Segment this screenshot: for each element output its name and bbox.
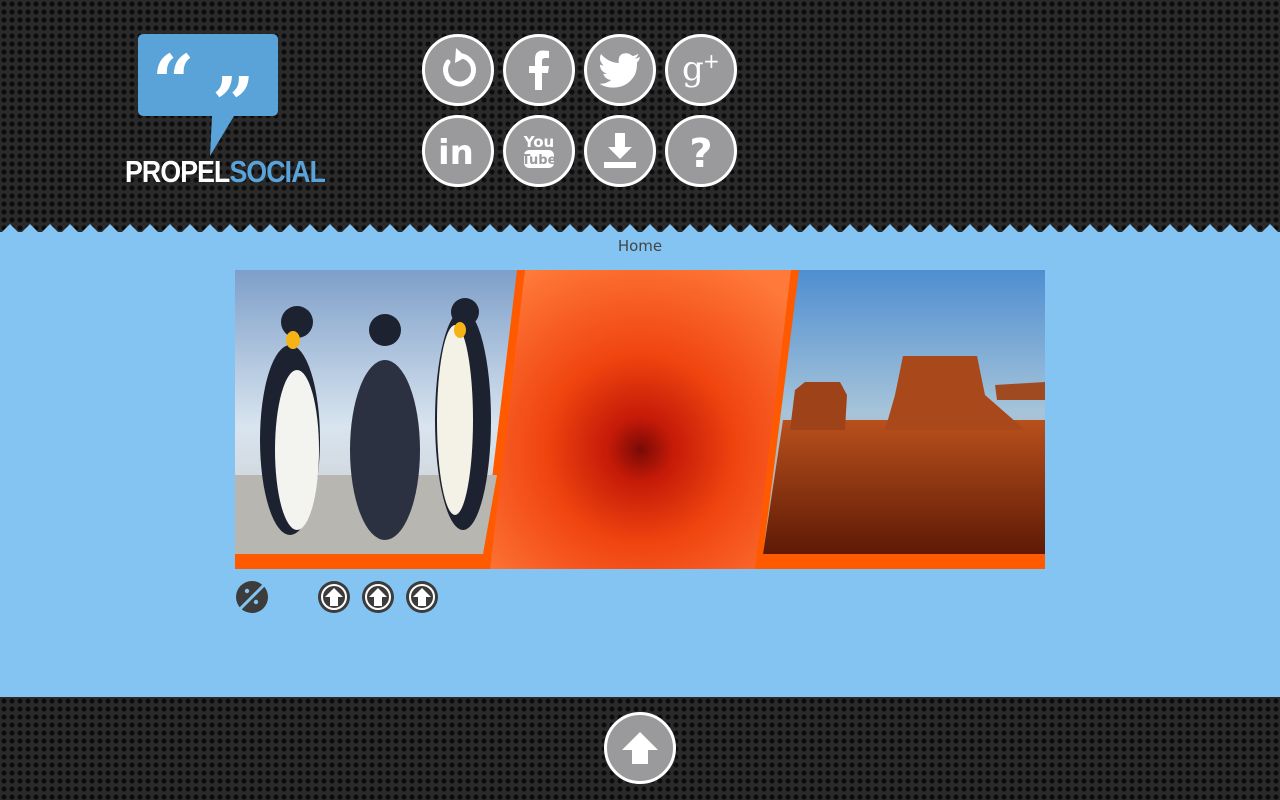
back-to-top-button[interactable] [604,712,676,784]
svg-text:“: “ [152,40,195,126]
twitter-icon [599,53,640,88]
penguins-image [235,270,517,554]
facebook-icon [529,50,549,90]
youtube-icon: You Tube [522,133,557,168]
arrow-up-circle-icon [362,581,394,613]
svg-text:+: + [703,49,720,73]
google-plus-button[interactable]: g + [665,34,737,106]
slide-pager-1[interactable] [317,580,351,614]
logo-wordmark: PROPELSOCIAL [125,153,326,191]
pause-palette-icon [236,581,268,613]
breadcrumb-home[interactable]: Home [618,237,662,255]
help-button[interactable]: ? [665,115,737,187]
svg-text:?: ? [689,131,712,175]
youtube-button[interactable]: You Tube [503,115,575,187]
arrow-up-icon [622,732,658,764]
svg-text:”: ” [212,62,255,148]
pause-slideshow-button[interactable] [235,580,269,614]
svg-text:You: You [523,133,554,151]
banner-slideshow[interactable] [235,270,1045,569]
arrow-up-circle-icon [318,581,350,613]
linkedin-button[interactable]: in [422,115,494,187]
breadcrumb: Home [0,236,1280,256]
slide-pager-3[interactable] [405,580,439,614]
refresh-button[interactable] [422,34,494,106]
twitter-button[interactable] [584,34,656,106]
facebook-button[interactable] [503,34,575,106]
download-button[interactable] [584,115,656,187]
refresh-icon [443,48,477,87]
logo-word-social: SOCIAL [229,154,326,189]
svg-text:Tube: Tube [522,153,557,168]
orange-flower-image [490,270,791,569]
desert-mesa-image [763,270,1045,554]
arrow-up-circle-icon [406,581,438,613]
slide-pager-2[interactable] [361,580,395,614]
logo-word-propel: PROPEL [125,154,230,189]
svg-text:g: g [682,49,704,89]
social-buttons: g + in You Tube ? [422,34,742,194]
download-icon [604,133,636,168]
help-icon: ? [689,131,712,175]
svg-text:in: in [438,133,474,173]
google-plus-icon: g + [682,49,720,89]
linkedin-icon: in [438,133,474,173]
